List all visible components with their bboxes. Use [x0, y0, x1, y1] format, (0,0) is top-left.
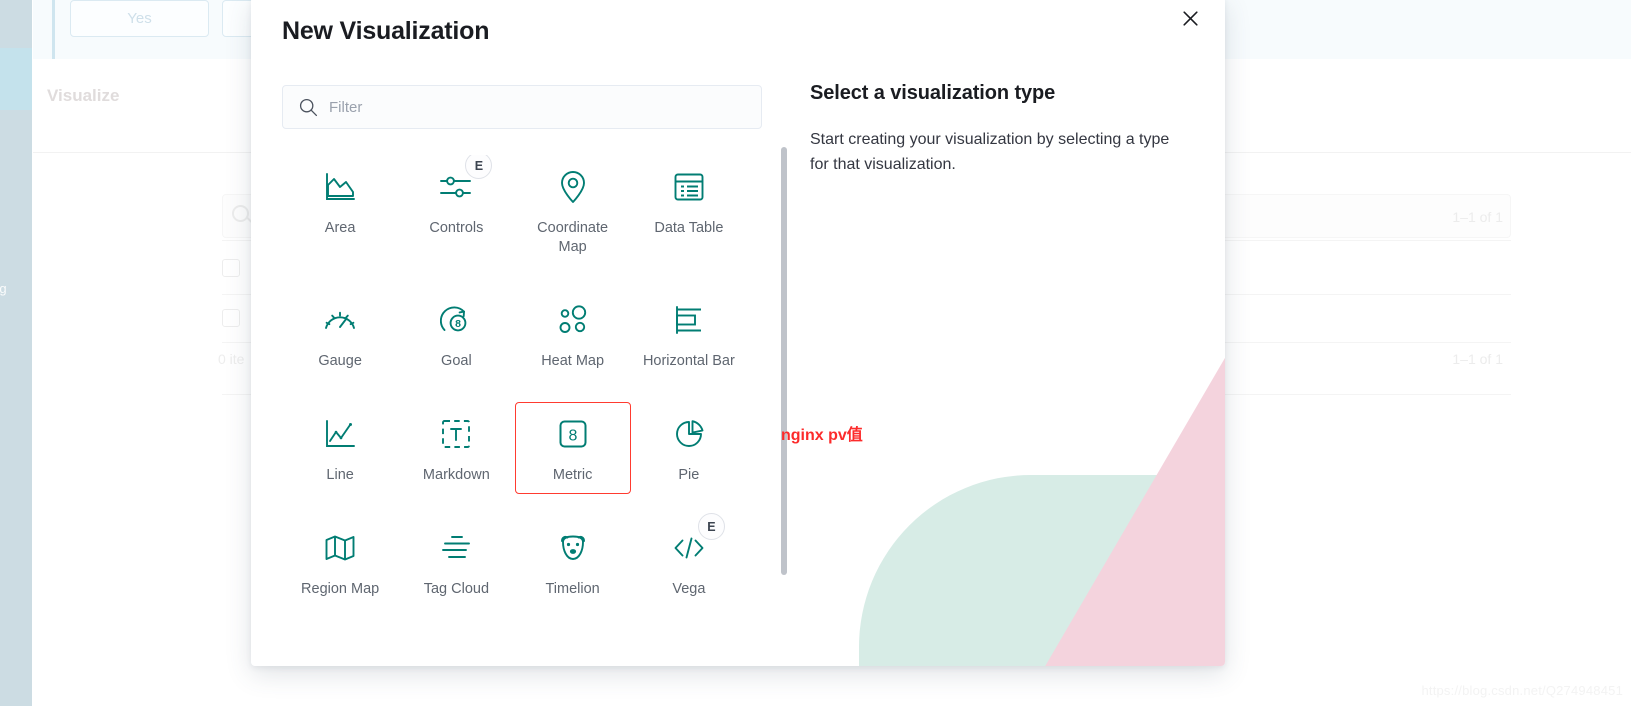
background-sidebar-top	[0, 0, 32, 48]
data-table-icon	[673, 166, 705, 208]
background-pagination-top: 1–1 of 1	[1452, 209, 1503, 225]
horizontal-bar-icon	[673, 299, 705, 341]
region-map-icon	[324, 527, 356, 569]
vis-type-goal[interactable]: 8 Goal	[398, 288, 514, 380]
vis-type-data-table[interactable]: Data Table	[631, 155, 747, 266]
info-panel-heading: Select a visualization type	[810, 82, 1056, 104]
timelion-bear-icon	[557, 527, 589, 569]
line-chart-icon	[323, 413, 357, 455]
vis-type-region-map[interactable]: Region Map	[282, 516, 398, 600]
vis-type-label: Coordinate Map	[537, 220, 609, 255]
vis-type-label: Goal	[441, 353, 472, 369]
svg-text:8: 8	[568, 428, 577, 445]
visualization-info-panel: Select a visualization type Start creati…	[810, 82, 1190, 177]
watermark: https://blog.csdn.net/Q274948451	[1421, 683, 1623, 698]
map-marker-icon	[558, 166, 588, 208]
vis-type-label: Tag Cloud	[423, 581, 490, 597]
background-sidebar-body	[0, 110, 32, 706]
vega-code-icon: E	[672, 513, 725, 569]
svg-text:8: 8	[455, 318, 461, 330]
decorative-pink-shape	[1033, 327, 1225, 666]
annotation-nginx-pv: nginx pv值	[781, 427, 863, 444]
vis-type-vega[interactable]: E Vega	[631, 513, 747, 600]
background-top-accent	[52, 0, 55, 59]
background-pagination-bottom: 1–1 of 1	[1452, 351, 1503, 367]
vis-type-label: Data Table	[654, 220, 724, 236]
background-page-title: Visualize	[47, 86, 120, 105]
vis-type-label: Gauge	[318, 353, 362, 369]
vis-type-timelion[interactable]: Timelion	[515, 516, 631, 600]
vis-type-label: Markdown	[422, 467, 490, 483]
markdown-text-icon	[440, 413, 472, 455]
vis-type-controls[interactable]: E Controls	[398, 155, 514, 266]
visualization-type-picker: Area E Controls Coordinate Map Data Table…	[282, 85, 762, 600]
new-visualization-modal: New Visualization Area E Controls	[251, 0, 1225, 666]
filter-input[interactable]	[282, 85, 762, 129]
vis-type-label: Metric	[552, 467, 593, 483]
background-sidebar-active	[0, 48, 32, 110]
decorative-teal-shape	[859, 475, 1203, 666]
vis-type-pie[interactable]: Pie	[631, 402, 747, 494]
vis-type-heat-map[interactable]: Heat Map	[515, 288, 631, 380]
experimental-badge: E	[697, 513, 725, 540]
vis-type-gauge[interactable]: Gauge	[282, 288, 398, 380]
visualization-type-list: Area E Controls Coordinate Map Data Table…	[282, 155, 762, 600]
vis-type-metric[interactable]: 8 Metric	[514, 402, 631, 494]
area-chart-icon	[323, 166, 357, 208]
filter-field	[282, 85, 762, 129]
vis-type-horizontal-bar[interactable]: Horizontal Bar	[631, 288, 747, 380]
experimental-badge: E	[465, 155, 493, 179]
vis-type-label: Horizontal Bar	[642, 353, 735, 369]
background-yes-button: Yes	[70, 0, 209, 37]
scrollbar-thumb[interactable]	[781, 147, 787, 575]
vis-type-markdown[interactable]: Markdown	[398, 402, 514, 494]
vis-type-label: Vega	[672, 581, 706, 597]
vis-type-label: Pie	[678, 467, 700, 483]
modal-title: New Visualization	[282, 17, 490, 45]
background-sidebar-label: ng	[0, 281, 7, 296]
tag-cloud-icon	[440, 527, 472, 569]
background-row-checkbox	[222, 259, 240, 277]
vis-type-coordinate-map[interactable]: Coordinate Map	[515, 155, 631, 266]
vis-type-area[interactable]: Area	[282, 155, 398, 266]
vis-type-label: Area	[324, 220, 356, 236]
vis-type-label: Heat Map	[541, 353, 605, 369]
app-root: ng Yes Visualize 1–1 of 1 1–1 of 1 0 ite…	[0, 0, 1631, 706]
metric-number-icon: 8	[557, 413, 589, 455]
close-icon[interactable]	[1177, 5, 1203, 31]
vis-type-line[interactable]: Line	[282, 402, 398, 494]
vis-type-label: Controls	[429, 220, 484, 236]
background-items-count: 0 ite	[218, 351, 245, 367]
background-search-icon	[232, 205, 249, 222]
goal-icon: 8	[440, 299, 472, 341]
vis-type-label: Line	[326, 467, 354, 483]
vis-type-tag-cloud[interactable]: Tag Cloud	[398, 516, 514, 600]
vis-type-label: Region Map	[301, 581, 380, 597]
gauge-icon	[323, 299, 357, 341]
vis-type-label: Timelion	[545, 581, 600, 597]
visualization-type-grid: Area E Controls Coordinate Map Data Table…	[282, 155, 747, 600]
type-list-scrollbar[interactable]	[781, 147, 787, 577]
pie-chart-icon	[673, 413, 705, 455]
controls-sliders-icon: E	[439, 155, 493, 208]
heat-map-icon	[556, 299, 590, 341]
background-row-checkbox	[222, 309, 240, 327]
info-panel-description: Start creating your visualization by sel…	[810, 131, 1170, 173]
